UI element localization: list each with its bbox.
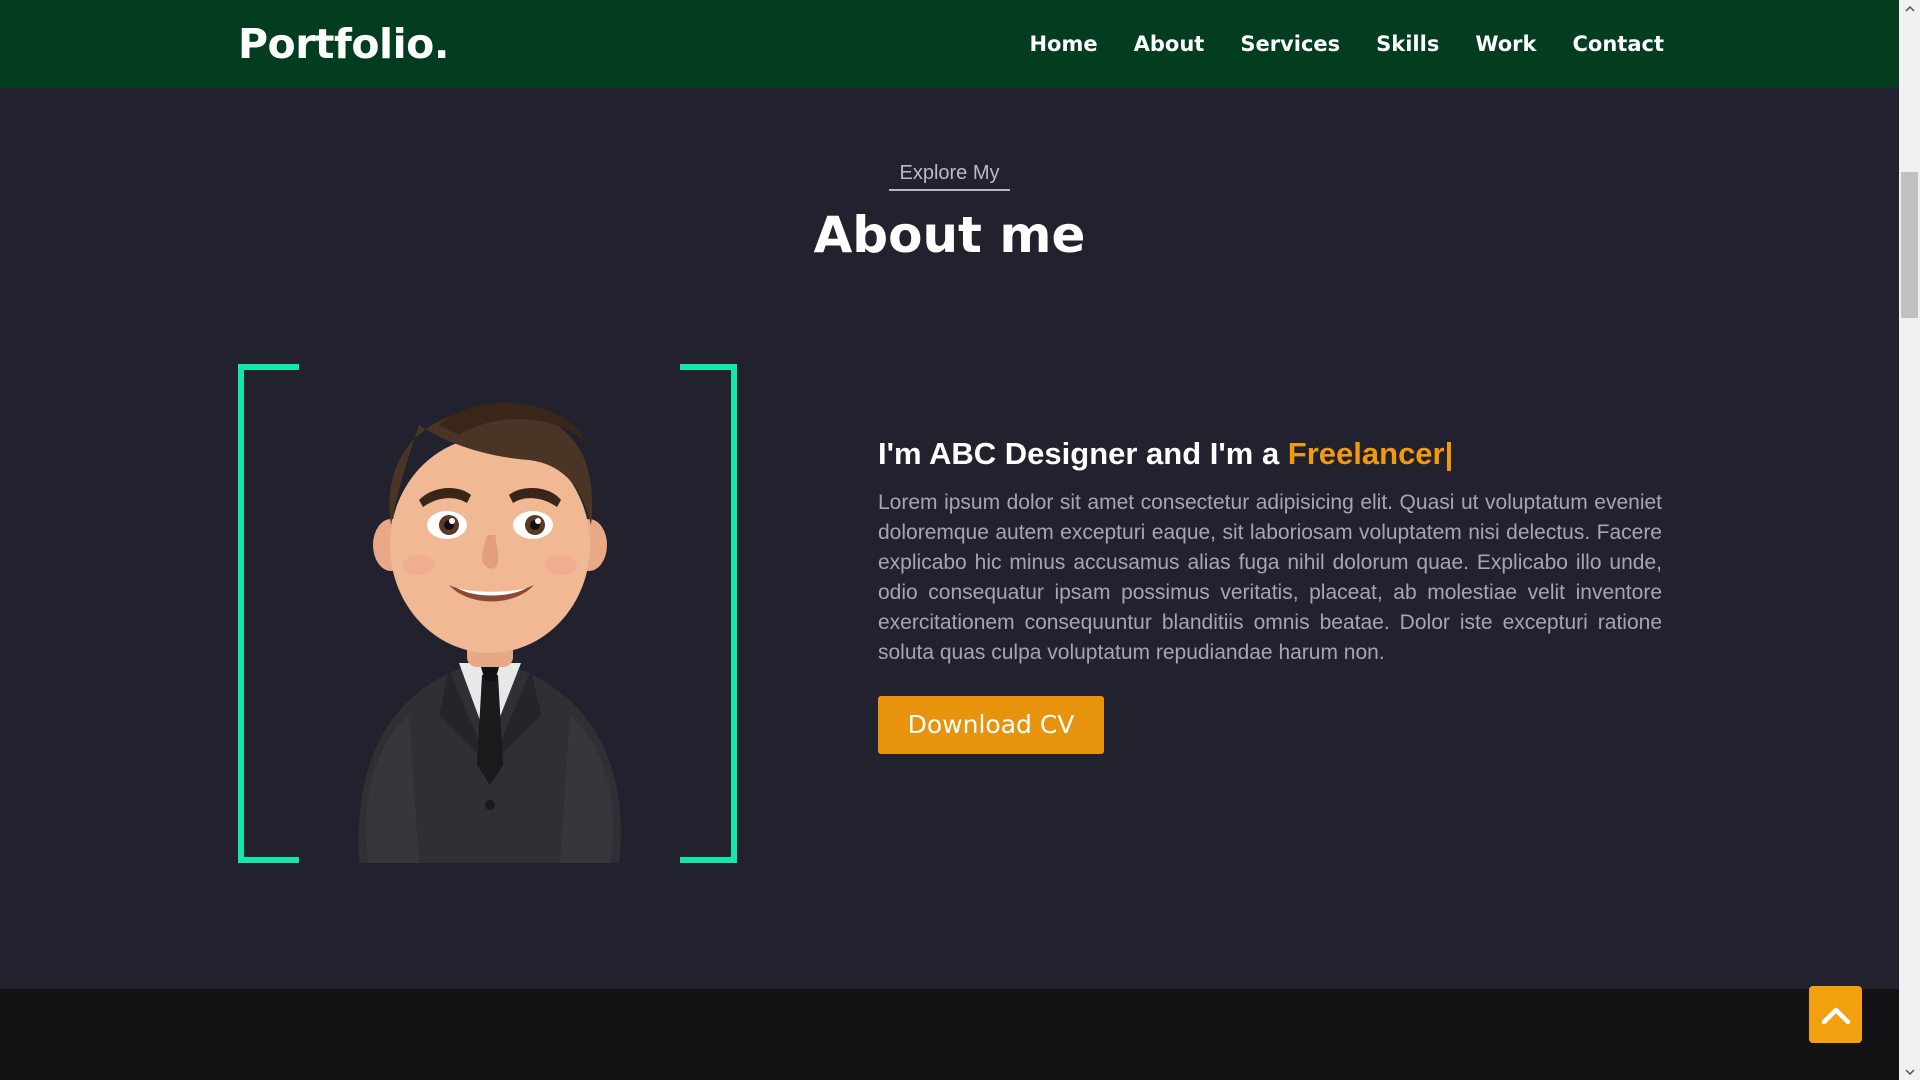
site-header: Portfolio. Home About Services Skills Wo… bbox=[0, 0, 1899, 88]
main-nav: Home About Services Skills Work Contact bbox=[1029, 32, 1664, 56]
next-section bbox=[0, 989, 1899, 1080]
section-title: About me bbox=[813, 206, 1086, 264]
about-heading: I'm ABC Designer and I'm a Freelancer| bbox=[878, 436, 1662, 472]
nav-link-services[interactable]: Services bbox=[1240, 32, 1340, 56]
page-scrollbar[interactable] bbox=[1899, 0, 1920, 1080]
cartoon-businessman-avatar bbox=[358, 402, 621, 863]
chevron-up-icon bbox=[1821, 1007, 1850, 1024]
download-cv-button[interactable]: Download CV bbox=[878, 696, 1104, 754]
nav-link-about[interactable]: About bbox=[1134, 32, 1205, 56]
nav-link-skills[interactable]: Skills bbox=[1376, 32, 1439, 56]
nav-link-work[interactable]: Work bbox=[1475, 32, 1536, 56]
section-subtitle: Explore My bbox=[889, 162, 1010, 191]
scrollbar-thumb[interactable] bbox=[1901, 172, 1918, 318]
nav-link-home[interactable]: Home bbox=[1029, 32, 1097, 56]
about-content: I'm ABC Designer and I'm a Freelancer| L… bbox=[878, 436, 1662, 754]
scroll-down-arrow-icon[interactable] bbox=[1899, 1063, 1920, 1080]
about-paragraph: Lorem ipsum dolor sit amet consectetur a… bbox=[878, 491, 1662, 664]
about-heading-role: Freelancer| bbox=[1287, 436, 1454, 471]
about-heading-prefix: I'm ABC Designer and I'm a bbox=[878, 436, 1288, 471]
site-logo[interactable]: Portfolio. bbox=[238, 20, 449, 68]
section-subtitle-wrap: Explore My bbox=[0, 162, 1899, 191]
profile-photo-frame bbox=[238, 364, 737, 863]
scroll-up-arrow-icon[interactable] bbox=[1899, 0, 1920, 17]
back-to-top-button[interactable] bbox=[1809, 986, 1862, 1043]
nav-link-contact[interactable]: Contact bbox=[1573, 32, 1665, 56]
